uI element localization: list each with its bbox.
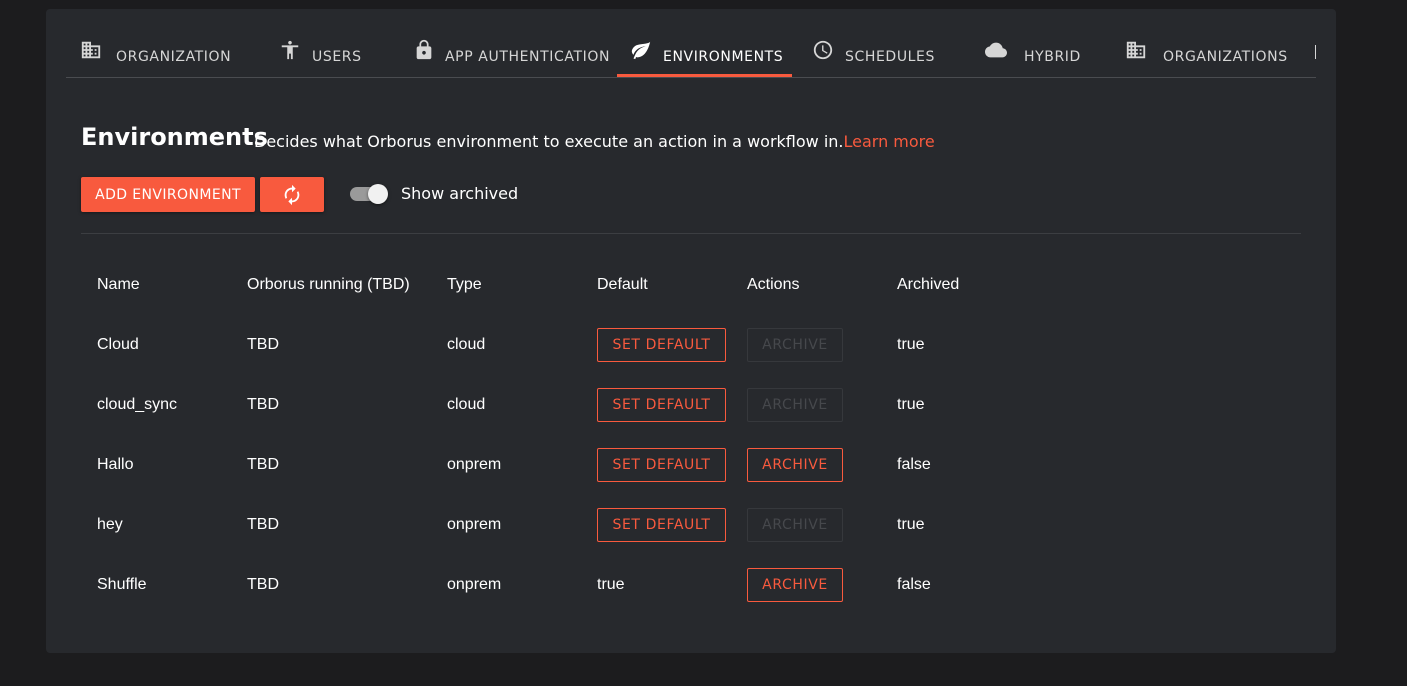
header-actions: Actions [747,276,800,293]
cell-actions: ARCHIVE [731,315,881,375]
add-environment-button[interactable]: ADD ENVIRONMENT [81,177,255,212]
divider [81,233,1301,234]
building-icon [1125,39,1147,61]
cell-archived: true [897,516,925,533]
refresh-icon [281,184,303,206]
cell-type: cloud [447,396,486,413]
tab-overflow[interactable] [1315,9,1316,77]
tab-schedules[interactable]: SCHEDULES [802,9,962,77]
page-description: Decides what Orborus environment to exec… [254,132,935,151]
active-tab-indicator [617,74,792,77]
cell-type: onprem [447,516,502,533]
cell-orborus: TBD [247,396,279,413]
learn-more-link[interactable]: Learn more [844,132,935,151]
lock-icon [413,39,435,61]
clock-icon [812,39,834,61]
cloud-icon [985,39,1007,61]
table-row: cloud_sync TBD cloud SET DEFAULT ARCHIVE… [81,375,1031,435]
archive-button[interactable]: ARCHIVE [747,508,843,542]
archive-button[interactable]: ARCHIVE [747,388,843,422]
tab-label: ENVIRONMENTS [663,49,784,65]
table-row: Cloud TBD cloud SET DEFAULT ARCHIVE true [81,315,1031,375]
archive-button[interactable]: ARCHIVE [747,448,843,482]
cell-orborus: TBD [247,456,279,473]
header-default: Default [597,276,648,293]
description-text: Decides what Orborus environment to exec… [254,132,844,151]
cell-actions: ARCHIVE [731,555,881,615]
environments-table: Name Orborus running (TBD) Type Default … [81,255,1031,615]
cell-actions: ARCHIVE [731,495,881,555]
tab-label: USERS [312,49,362,65]
overflow-edge [1315,45,1316,59]
table-row: Hallo TBD onprem SET DEFAULT ARCHIVE fal… [81,435,1031,495]
cell-archived: false [897,576,931,593]
show-archived-label: Show archived [401,184,519,203]
table-row: hey TBD onprem SET DEFAULT ARCHIVE true [81,495,1031,555]
tab-app-authentication[interactable]: APP AUTHENTICATION [400,9,620,77]
tab-label: HYBRID [1024,49,1081,65]
tab-users[interactable]: USERS [266,9,416,77]
cell-name: hey [97,516,123,533]
leaf-icon [630,39,652,61]
set-default-button[interactable]: SET DEFAULT [597,508,726,542]
cell-name: cloud_sync [97,396,178,413]
tab-label: ORGANIZATIONS [1163,49,1288,65]
accessibility-icon [279,39,301,61]
set-default-button[interactable]: SET DEFAULT [597,448,726,482]
cell-orborus: TBD [247,516,279,533]
set-default-button[interactable]: SET DEFAULT [597,328,726,362]
tab-label: SCHEDULES [845,49,935,65]
admin-tabs: ORGANIZATION USERS APP AUTHENTICATION EN… [66,9,1316,78]
show-archived-toggle[interactable] [350,184,388,204]
cell-orborus: TBD [247,336,279,353]
tab-hybrid[interactable]: HYBRID [976,9,1116,77]
set-default-button[interactable]: SET DEFAULT [597,388,726,422]
cell-name: Hallo [97,456,134,473]
cell-default: SET DEFAULT [581,435,731,495]
cell-default: true [597,576,625,593]
cell-type: cloud [447,336,486,353]
cell-default: SET DEFAULT [581,375,731,435]
cell-orborus: TBD [247,576,279,593]
tab-organizations[interactable]: ORGANIZATIONS [1115,9,1295,77]
settings-card: ORGANIZATION USERS APP AUTHENTICATION EN… [46,9,1336,653]
header-orborus: Orborus running (TBD) [247,276,410,293]
tab-organization[interactable]: ORGANIZATION [66,9,256,77]
building-icon [80,39,102,61]
cell-name: Cloud [97,336,139,353]
cell-actions: ARCHIVE [731,435,881,495]
tab-label: ORGANIZATION [116,49,232,65]
refresh-button[interactable] [260,177,324,212]
archive-button[interactable]: ARCHIVE [747,568,843,602]
cell-type: onprem [447,576,502,593]
header-name: Name [97,276,140,293]
toggle-knob [368,184,388,204]
tab-label: APP AUTHENTICATION [445,49,611,65]
table-header-row: Name Orborus running (TBD) Type Default … [81,255,1031,315]
cell-name: Shuffle [97,576,147,593]
cell-archived: false [897,456,931,473]
page-title: Environments [81,123,268,151]
cell-default: SET DEFAULT [581,315,731,375]
cell-type: onprem [447,456,502,473]
cell-actions: ARCHIVE [731,375,881,435]
table-row: Shuffle TBD onprem true ARCHIVE false [81,555,1031,615]
cell-archived: true [897,396,925,413]
header-archived: Archived [897,276,960,293]
header-type: Type [447,276,482,293]
cell-default: SET DEFAULT [581,495,731,555]
cell-archived: true [897,336,925,353]
tab-environments[interactable]: ENVIRONMENTS [617,9,792,77]
archive-button[interactable]: ARCHIVE [747,328,843,362]
